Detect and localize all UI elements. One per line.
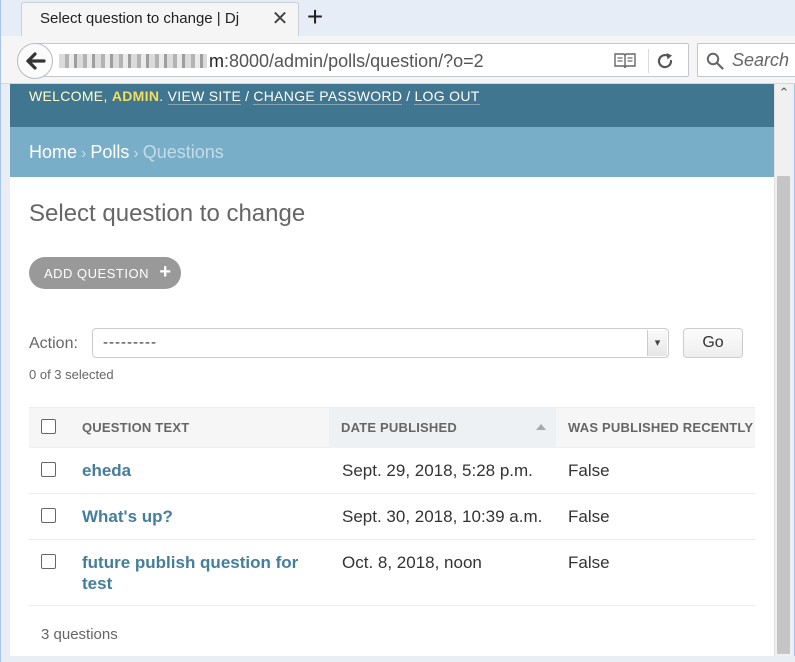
close-tab-icon[interactable]: ✕ — [270, 9, 290, 29]
column-header-question-text[interactable]: QUESTION TEXT — [82, 408, 329, 448]
log-out-link[interactable]: LOG OUT — [414, 88, 480, 105]
url-bar-divider — [648, 49, 649, 73]
published-recently-cell: False — [568, 507, 610, 526]
user-tools: WELCOME, ADMIN. VIEW SITE / CHANGE PASSWOR… — [29, 88, 480, 105]
published-recently-cell: False — [568, 461, 610, 480]
page-title: Select question to change — [29, 200, 306, 227]
username: ADMIN — [111, 88, 160, 104]
plus-icon: + — [159, 261, 171, 283]
question-link[interactable]: future publish question for test — [82, 552, 312, 594]
table-row: What's up? Sept. 30, 2018, 10:39 a.m. Fa… — [29, 494, 755, 540]
action-select[interactable]: --------- ▾ — [92, 328, 669, 358]
view-site-link[interactable]: VIEW SITE — [167, 88, 242, 105]
result-count: 3 questions — [41, 626, 118, 643]
url-text: m:8000/admin/polls/question/?o=2 — [209, 51, 484, 71]
go-button[interactable]: Go — [683, 328, 743, 358]
back-arrow-icon — [26, 52, 46, 70]
chevron-down-icon[interactable]: ▾ — [647, 330, 667, 356]
date-published-cell: Sept. 29, 2018, 5:28 p.m. — [342, 461, 533, 480]
sort-ascending-icon[interactable] — [536, 424, 546, 430]
new-tab-icon[interactable]: + — [303, 3, 327, 31]
change-password-link[interactable]: CHANGE PASSWORD — [253, 88, 403, 105]
breadcrumb-home[interactable]: Home — [29, 142, 77, 162]
page-viewport: WELCOME, ADMIN. VIEW SITE / CHANGE PASSWOR… — [10, 84, 774, 656]
column-header-was-published-recently[interactable]: WAS PUBLISHED RECENTLY — [568, 408, 755, 448]
redacted-host-blur — [59, 54, 207, 68]
url-bar[interactable]: m:8000/admin/polls/question/?o=2 — [35, 43, 689, 77]
scroll-up-icon[interactable]: ⌃ — [778, 86, 790, 100]
search-placeholder: Search — [732, 50, 790, 70]
add-question-label: ADD QUESTION — [44, 266, 149, 281]
navigation-bar: m:8000/admin/polls/question/?o=2 Search — [1, 36, 795, 84]
browser-search-box[interactable]: Search — [697, 43, 795, 77]
browser-tab[interactable]: Select question to change | Dj ✕ — [21, 2, 299, 36]
selection-counter: 0 of 3 selected — [29, 367, 114, 382]
action-label: Action: — [29, 335, 78, 352]
table-header: QUESTION TEXT DATE PUBLISHED WAS PUBLISH… — [29, 407, 755, 448]
row-checkbox[interactable] — [41, 508, 56, 523]
back-button[interactable] — [17, 43, 53, 79]
table-row: future publish question for test Oct. 8,… — [29, 540, 755, 606]
search-icon — [706, 52, 724, 70]
results-table: QUESTION TEXT DATE PUBLISHED WAS PUBLISH… — [29, 407, 755, 606]
tab-title: Select question to change | Dj — [40, 10, 270, 30]
window-bottom-border — [1, 656, 795, 662]
reader-view-icon[interactable] — [613, 51, 637, 71]
date-published-cell: Sept. 30, 2018, 10:39 a.m. — [342, 507, 543, 526]
scrollbar-thumb[interactable] — [777, 176, 790, 654]
vertical-scrollbar[interactable]: ⌃ — [774, 84, 792, 656]
column-header-date-published[interactable]: DATE PUBLISHED — [329, 408, 556, 448]
browser-window: Select question to change | Dj ✕ + m:800… — [0, 0, 795, 662]
question-link[interactable]: eheda — [82, 460, 131, 481]
table-row: eheda Sept. 29, 2018, 5:28 p.m. False — [29, 448, 755, 494]
welcome-text: WELCOME, — [29, 88, 108, 104]
question-link[interactable]: What's up? — [82, 506, 173, 527]
breadcrumb: Home › Polls › Questions — [10, 127, 774, 177]
add-question-button[interactable]: ADD QUESTION + — [29, 257, 181, 289]
date-published-cell: Oct. 8, 2018, noon — [342, 553, 482, 572]
reload-icon[interactable] — [655, 51, 677, 71]
published-recently-cell: False — [568, 553, 610, 572]
breadcrumb-current: Questions — [142, 142, 224, 162]
breadcrumb-polls[interactable]: Polls — [90, 142, 129, 162]
row-checkbox[interactable] — [41, 554, 56, 569]
admin-header: WELCOME, ADMIN. VIEW SITE / CHANGE PASSWOR… — [10, 84, 774, 127]
action-selected-value: --------- — [103, 334, 157, 351]
row-checkbox[interactable] — [41, 462, 56, 477]
tab-strip: Select question to change | Dj ✕ + — [1, 0, 795, 36]
select-all-checkbox[interactable] — [41, 419, 56, 434]
